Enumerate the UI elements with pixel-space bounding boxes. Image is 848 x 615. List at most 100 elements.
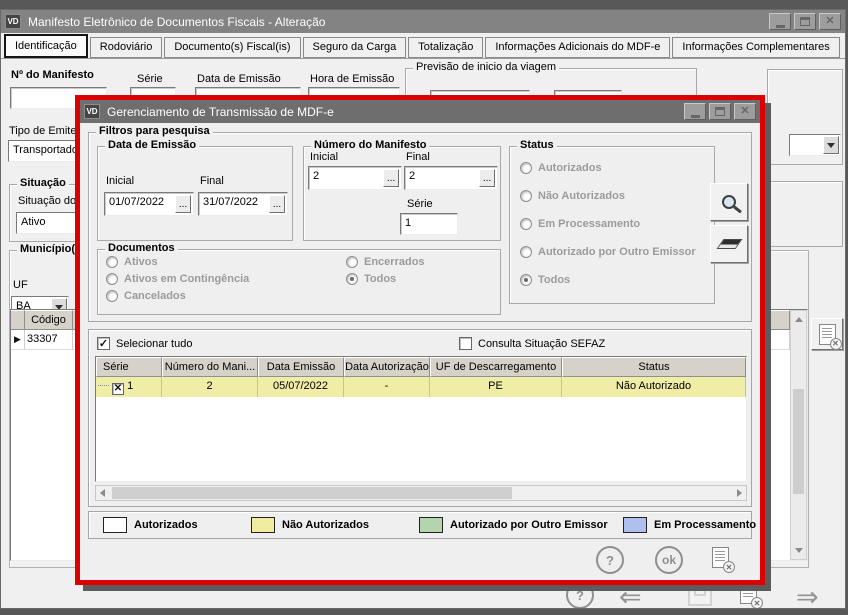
document-x-icon xyxy=(819,324,836,345)
tipo-emitente-value: Transportador xyxy=(13,144,82,156)
dialog-title: Gerenciamento de Transmissão de MDF-e xyxy=(107,105,334,119)
col-status[interactable]: Status xyxy=(562,357,746,377)
serie-label: Série xyxy=(137,73,163,85)
numero-final-value: 2 xyxy=(409,170,415,182)
radio-icon xyxy=(520,246,532,258)
lookup-icon[interactable]: ... xyxy=(383,169,399,187)
previous-record-button[interactable]: ⇐ xyxy=(619,584,642,608)
tab-rodoviario[interactable]: Rodoviário xyxy=(90,37,163,58)
dialog-minimize-icon[interactable] xyxy=(684,103,706,120)
dialog-ok-button[interactable]: ok xyxy=(655,546,683,574)
radio-doc-todos[interactable]: Todos xyxy=(346,273,396,285)
status-group: Status Autorizados Não Autorizados Em Pr… xyxy=(509,146,715,304)
radio-icon xyxy=(520,162,532,174)
radio-status-autorizados[interactable]: Autorizados xyxy=(520,162,602,174)
cancel-document-button[interactable] xyxy=(740,583,757,604)
codigo-column-header[interactable]: Código xyxy=(25,310,73,330)
row-data-emissao: 05/07/2022 xyxy=(258,377,344,397)
close-icon[interactable] xyxy=(819,13,841,30)
numero-manifesto-group: Número do Manifesto Inicial 2 ... Final … xyxy=(303,146,501,241)
radio-icon xyxy=(346,273,358,285)
hora-emissao-label: Hora de Emissão xyxy=(310,73,394,85)
next-record-button[interactable]: ⇒ xyxy=(796,584,819,608)
tab-informacoes-complementares[interactable]: Informações Complementares xyxy=(672,37,839,58)
marker-column-header[interactable] xyxy=(11,310,25,330)
question-icon: ? xyxy=(576,588,584,603)
remove-document-button[interactable] xyxy=(811,318,843,350)
lookup-icon[interactable]: ... xyxy=(479,169,495,187)
legend-autorizado-outro-emissor: Autorizado por Outro Emissor xyxy=(419,517,608,533)
manifest-row[interactable]: 1 2 05/07/2022 - PE Não Autorizado xyxy=(96,377,746,397)
dialog-maximize-icon[interactable] xyxy=(709,103,731,120)
radio-icon xyxy=(346,256,358,268)
dialog-cancel-button[interactable] xyxy=(712,547,729,568)
legend-nao-autorizados: Não Autorizados xyxy=(251,517,369,533)
dialog-close-icon[interactable] xyxy=(734,103,756,120)
clear-filters-button[interactable] xyxy=(710,225,748,263)
scroll-left-icon[interactable] xyxy=(100,489,105,497)
numero-inicial-field[interactable]: 2 ... xyxy=(308,166,402,190)
row-uf-descarregamento: PE xyxy=(430,377,562,397)
dialog-serie-label: Série xyxy=(407,198,433,210)
radio-status-todos[interactable]: Todos xyxy=(520,274,570,286)
minimize-icon[interactable] xyxy=(769,13,791,30)
help-button[interactable]: ? xyxy=(566,581,594,608)
maximize-icon[interactable] xyxy=(794,13,816,30)
scrollbar-thumb[interactable] xyxy=(112,487,512,499)
dialog-serie-field[interactable]: 1 xyxy=(400,213,458,235)
right-group-remnant-2 xyxy=(767,181,843,247)
legend-swatch xyxy=(623,517,647,533)
radio-doc-encerrados[interactable]: Encerrados xyxy=(346,256,425,268)
radio-status-em-processamento[interactable]: Em Processamento xyxy=(520,218,640,230)
tab-identificacao[interactable]: Identificação xyxy=(4,34,88,58)
search-button[interactable] xyxy=(710,183,748,221)
radio-icon xyxy=(106,273,118,285)
save-icon[interactable] xyxy=(688,584,712,606)
chevron-down-icon[interactable] xyxy=(823,136,839,154)
radio-doc-ativos-contingencia[interactable]: Ativos em Contingência xyxy=(106,273,249,285)
data-emissao-group-label: Data de Emissão xyxy=(105,139,199,151)
data-inicial-field[interactable]: 01/07/2022 ... xyxy=(104,192,194,216)
radio-doc-cancelados[interactable]: Cancelados xyxy=(106,290,186,302)
radio-icon xyxy=(520,218,532,230)
tab-seguro-da-carga[interactable]: Seguro da Carga xyxy=(303,37,407,58)
date-picker-icon[interactable]: ... xyxy=(269,195,285,213)
scrollbar-thumb[interactable] xyxy=(793,389,804,494)
row-checkbox-icon[interactable] xyxy=(112,383,124,395)
results-horizontal-scrollbar[interactable] xyxy=(95,485,747,501)
scroll-right-icon[interactable] xyxy=(737,489,742,497)
col-data-emissao[interactable]: Data Emissão xyxy=(258,357,344,377)
col-numero[interactable]: Número do Mani... xyxy=(162,357,258,377)
legend-em-processamento: Em Processamento xyxy=(623,517,756,533)
checkbox-icon xyxy=(459,337,472,350)
numero-final-field[interactable]: 2 ... xyxy=(404,166,498,190)
dialog-help-button[interactable]: ? xyxy=(596,546,624,574)
consulta-sefaz-checkbox[interactable]: Consulta Situação SEFAZ xyxy=(459,337,605,350)
right-combo-remnant[interactable] xyxy=(789,134,841,156)
municipios-vertical-scrollbar[interactable] xyxy=(790,310,807,560)
data-inicial-label: Inicial xyxy=(106,175,134,187)
data-emissao-label: Data de Emissão xyxy=(197,73,281,85)
col-data-autorizacao[interactable]: Data Autorização xyxy=(344,357,430,377)
tab-totalizacao[interactable]: Totalização xyxy=(408,37,483,58)
radio-status-autorizado-outro-emissor[interactable]: Autorizado por Outro Emissor xyxy=(520,246,696,258)
select-all-checkbox[interactable]: Selecionar tudo xyxy=(97,337,192,350)
tab-bar: Identificação Rodoviário Documento(s) Fi… xyxy=(1,33,845,59)
radio-doc-ativos[interactable]: Ativos xyxy=(106,256,158,268)
scroll-down-icon[interactable] xyxy=(792,543,805,558)
data-final-field[interactable]: 31/07/2022 ... xyxy=(198,192,288,216)
date-picker-icon[interactable]: ... xyxy=(175,195,191,213)
col-serie[interactable]: Série xyxy=(96,357,162,377)
question-icon: ? xyxy=(606,553,614,568)
tab-documentos-fiscais[interactable]: Documento(s) Fiscal(is) xyxy=(164,37,300,58)
main-window-title: Manifesto Eletrônico de Documentos Fisca… xyxy=(28,15,325,29)
radio-status-nao-autorizados[interactable]: Não Autorizados xyxy=(520,190,625,202)
col-uf-descarregamento[interactable]: UF de Descarregamento xyxy=(430,357,562,377)
app-icon: VD xyxy=(5,14,21,29)
row-marker-icon xyxy=(11,330,25,350)
status-group-label: Status xyxy=(517,139,557,151)
tab-informacoes-adicionais[interactable]: Informações Adicionais do MDF-e xyxy=(485,37,670,58)
scroll-up-icon[interactable] xyxy=(792,312,805,327)
data-final-label: Final xyxy=(200,175,224,187)
radio-icon xyxy=(520,274,532,286)
